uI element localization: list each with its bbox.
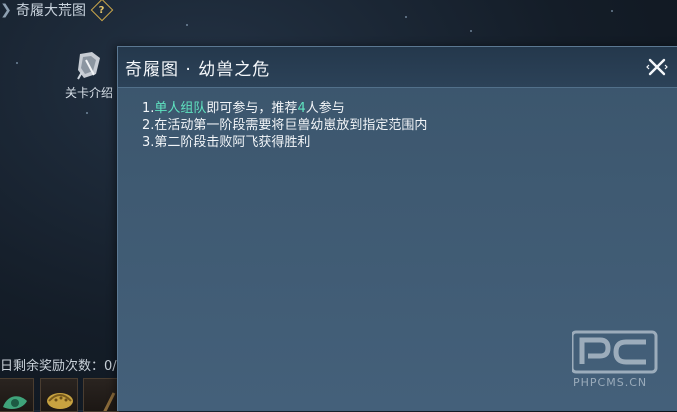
level-intro-label: 关卡介绍 xyxy=(64,86,113,100)
rule-1-highlight: 单人组队 xyxy=(154,101,207,116)
background-star xyxy=(611,10,613,12)
background-star xyxy=(186,24,188,26)
rules-list: 1.单人组队即可参与，推荐4人参与 2.在活动第一阶段需要将巨兽幼崽放到指定范围… xyxy=(142,100,677,151)
rule-1-suffix: 人参与 xyxy=(305,101,345,116)
background-star xyxy=(16,62,18,64)
rule-1-player-count: 4 xyxy=(297,101,306,116)
top-bar: ❯ 奇履大荒图 ? xyxy=(0,0,114,22)
close-icon[interactable] xyxy=(646,56,668,78)
dialog-header: 奇履图 · 幼兽之危 xyxy=(118,47,677,88)
reward-item-slot[interactable] xyxy=(40,378,78,412)
help-symbol: ? xyxy=(99,4,105,16)
help-icon[interactable]: ? xyxy=(90,0,114,22)
watermark-text: PHPCMS.CN xyxy=(573,376,648,389)
rule-line-3: 3.第二阶段击败阿飞获得胜利 xyxy=(142,135,311,150)
reward-item-slot[interactable] xyxy=(83,378,119,412)
background-star xyxy=(86,112,88,114)
dialog-title: 奇履图 · 幼兽之危 xyxy=(125,59,271,80)
map-title: 奇履大荒图 xyxy=(16,3,86,19)
rule-line-2: 2.在活动第一阶段需要将巨兽幼崽放到指定范围内 xyxy=(142,118,428,133)
background-star xyxy=(405,16,407,18)
remaining-rewards-text: 日剩余奖励次数：0/1 xyxy=(0,359,125,374)
jade-pendant-icon xyxy=(3,396,27,409)
level-intro-button[interactable]: 关卡介绍 xyxy=(58,48,120,104)
site-watermark: PHPCMS.CN xyxy=(570,330,662,392)
background-star xyxy=(470,30,472,32)
rule-1-prefix: 1. xyxy=(142,101,155,116)
weapon-icon xyxy=(103,392,116,411)
pc-logo xyxy=(570,330,658,374)
rule-line-1: 1.单人组队即可参与，推荐4人参与 xyxy=(142,100,677,117)
reward-item-slot[interactable] xyxy=(0,378,34,412)
gold-shell-icon xyxy=(47,393,73,409)
rule-1-middle: 即可参与，推荐 xyxy=(206,101,298,116)
back-chevron-icon[interactable]: ❯ xyxy=(0,0,12,20)
scroll-icon xyxy=(77,52,100,80)
